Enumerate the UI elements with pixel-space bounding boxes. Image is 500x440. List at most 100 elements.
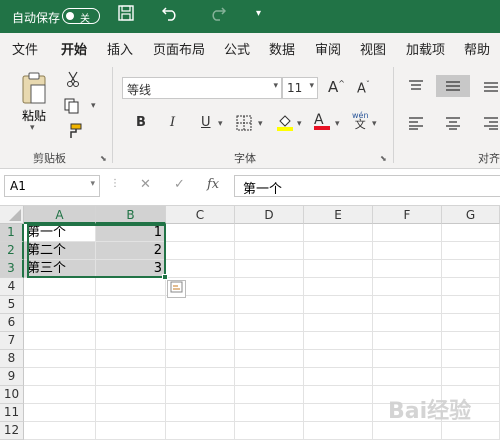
- menu-insert[interactable]: 插入: [107, 39, 133, 58]
- row-header-5[interactable]: 5: [0, 296, 24, 314]
- redo-icon[interactable]: [208, 5, 227, 25]
- grid-cell[interactable]: [166, 386, 235, 404]
- row-header-10[interactable]: 10: [0, 386, 24, 404]
- grid-cell[interactable]: [166, 314, 235, 332]
- grid-cell[interactable]: [235, 386, 304, 404]
- grid-cell[interactable]: [96, 350, 166, 368]
- cut-icon[interactable]: [66, 71, 80, 91]
- align-middle-button[interactable]: [436, 75, 470, 97]
- row-header-6[interactable]: 6: [0, 314, 24, 332]
- grid-cell[interactable]: [304, 368, 373, 386]
- fill-color-dropdown-icon[interactable]: ▾: [297, 119, 302, 129]
- grid-cell[interactable]: [96, 278, 166, 296]
- autosave-toggle[interactable]: 关: [62, 8, 100, 25]
- grid-cell[interactable]: [373, 350, 442, 368]
- grid-cell[interactable]: [96, 422, 166, 440]
- grid-cell[interactable]: [235, 296, 304, 314]
- grid-cell[interactable]: [24, 404, 96, 422]
- borders-icon[interactable]: [236, 115, 252, 135]
- grid-cell[interactable]: [304, 350, 373, 368]
- fill-color-icon[interactable]: [276, 113, 294, 135]
- grid-cell[interactable]: [96, 296, 166, 314]
- grid-cell[interactable]: [235, 260, 304, 278]
- menu-help[interactable]: 帮助: [464, 39, 490, 58]
- grid-cell[interactable]: [304, 242, 373, 260]
- grid-cell[interactable]: [442, 260, 500, 278]
- select-all-button[interactable]: [0, 206, 24, 224]
- column-header-e[interactable]: E: [304, 206, 373, 224]
- copy-icon[interactable]: [64, 98, 80, 118]
- grid-cell[interactable]: [304, 314, 373, 332]
- cell-a2[interactable]: 第二个: [24, 242, 96, 260]
- grid-cell[interactable]: [166, 422, 235, 440]
- grid-cell[interactable]: [235, 332, 304, 350]
- font-color-button[interactable]: A: [314, 112, 330, 130]
- column-header-g[interactable]: G: [442, 206, 500, 224]
- column-header-b[interactable]: B: [96, 206, 166, 224]
- bold-button[interactable]: B: [136, 115, 146, 130]
- menu-data[interactable]: 数据: [269, 39, 295, 58]
- grid-cell[interactable]: [373, 224, 442, 242]
- cell-b1[interactable]: 1: [96, 224, 166, 242]
- grid-cell[interactable]: [373, 242, 442, 260]
- grid-cell[interactable]: [304, 296, 373, 314]
- grid-cell[interactable]: [304, 422, 373, 440]
- cell-a1[interactable]: 第一个: [24, 224, 96, 242]
- quick-analysis-icon[interactable]: [167, 280, 186, 298]
- grid-cell[interactable]: [166, 260, 235, 278]
- paste-icon[interactable]: [20, 71, 48, 109]
- cell-b2[interactable]: 2: [96, 242, 166, 260]
- insert-function-button[interactable]: fx: [207, 177, 219, 192]
- align-right-icon[interactable]: [483, 116, 499, 134]
- grid-cell[interactable]: [166, 332, 235, 350]
- grid-cell[interactable]: [442, 368, 500, 386]
- font-size-select[interactable]: 11 ▾: [282, 77, 318, 99]
- grid-cell[interactable]: [166, 296, 235, 314]
- grid-cell[interactable]: [235, 350, 304, 368]
- grid-cell[interactable]: [304, 386, 373, 404]
- shrink-font-button[interactable]: Aˇ: [357, 80, 370, 96]
- grid-cell[interactable]: [442, 278, 500, 296]
- phonetic-button[interactable]: wén 文: [352, 111, 369, 130]
- grid-cell[interactable]: [373, 296, 442, 314]
- column-header-f[interactable]: F: [373, 206, 442, 224]
- grid-cell[interactable]: [166, 350, 235, 368]
- paste-label[interactable]: 粘贴: [22, 107, 46, 124]
- row-header-7[interactable]: 7: [0, 332, 24, 350]
- grid-cell[interactable]: [24, 368, 96, 386]
- grid-cell[interactable]: [442, 314, 500, 332]
- grid-cell[interactable]: [24, 386, 96, 404]
- grid-cell[interactable]: [96, 332, 166, 350]
- grid-cell[interactable]: [304, 332, 373, 350]
- grid-cell[interactable]: [24, 350, 96, 368]
- cell-b3[interactable]: 3: [96, 260, 166, 278]
- grid-cell[interactable]: [24, 422, 96, 440]
- format-painter-icon[interactable]: [66, 123, 82, 143]
- check-icon[interactable]: ✓: [174, 177, 185, 192]
- grid-cell[interactable]: [442, 242, 500, 260]
- grid-cell[interactable]: [24, 296, 96, 314]
- formula-input[interactable]: 第一个: [234, 175, 500, 197]
- menu-file[interactable]: 文件: [12, 39, 38, 58]
- grid-cell[interactable]: [373, 314, 442, 332]
- grid-cell[interactable]: [166, 368, 235, 386]
- grow-font-button[interactable]: A^: [328, 78, 345, 96]
- row-header-11[interactable]: 11: [0, 404, 24, 422]
- grid-cell[interactable]: [235, 422, 304, 440]
- borders-dropdown-icon[interactable]: ▾: [258, 119, 263, 129]
- menu-formulas[interactable]: 公式: [224, 39, 250, 58]
- grid-cell[interactable]: [24, 314, 96, 332]
- row-header-2[interactable]: 2: [0, 242, 24, 260]
- align-bottom-icon[interactable]: [483, 79, 499, 97]
- grid-cell[interactable]: [442, 350, 500, 368]
- customize-dropdown-icon[interactable]: ▾: [256, 8, 261, 19]
- grid-cell[interactable]: [304, 224, 373, 242]
- grid-cell[interactable]: [235, 278, 304, 296]
- cell-a3[interactable]: 第三个: [24, 260, 96, 278]
- font-name-select[interactable]: 等线 ▾: [122, 77, 282, 99]
- grid-cell[interactable]: [373, 332, 442, 350]
- paste-dropdown-icon[interactable]: ▾: [30, 123, 35, 133]
- align-top-icon[interactable]: [408, 79, 424, 97]
- grid-cell[interactable]: [96, 368, 166, 386]
- row-header-8[interactable]: 8: [0, 350, 24, 368]
